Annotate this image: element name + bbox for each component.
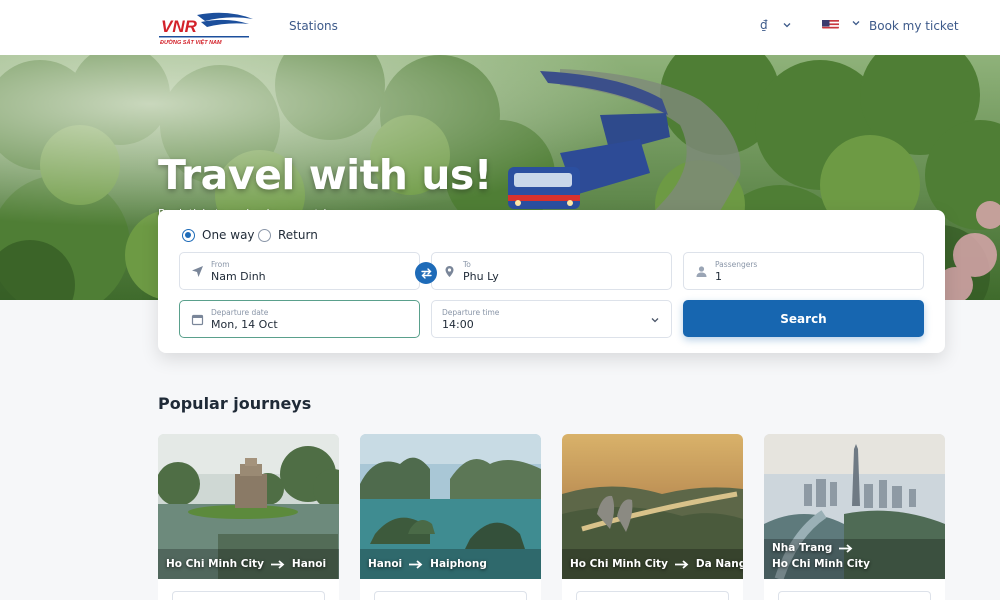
person-icon xyxy=(696,266,707,277)
passengers-field[interactable]: Passengers 1 xyxy=(683,252,924,290)
one-way-label: One way xyxy=(202,228,255,242)
us-flag-icon xyxy=(822,17,839,29)
journey-card-action[interactable] xyxy=(374,591,527,600)
radio-unselected-icon xyxy=(258,228,271,242)
departure-date-value: Mon, 14 Oct xyxy=(211,318,278,331)
one-way-radio[interactable]: One way xyxy=(182,228,255,242)
journey-route: Nha Trang Ho Chi Minh City xyxy=(772,542,870,570)
journey-from: Hanoi xyxy=(368,558,403,570)
currency-symbol: ₫ xyxy=(760,18,768,32)
calendar-icon xyxy=(191,314,204,326)
departure-time-label: Departure time xyxy=(442,308,500,317)
arrow-right-icon xyxy=(839,543,853,553)
location-pin-icon xyxy=(445,266,454,277)
journey-card[interactable]: Ho Chi Minh City Hanoi xyxy=(158,434,339,600)
logo-text: VNR xyxy=(161,17,198,36)
logo-subtext: ĐƯỜNG SẮT VIỆT NAM xyxy=(160,38,222,46)
popular-journeys-title: Popular journeys xyxy=(158,394,312,413)
language-selector[interactable] xyxy=(822,17,861,29)
return-label: Return xyxy=(278,228,318,242)
swap-stations-button[interactable] xyxy=(415,262,437,284)
journey-from: Ho Chi Minh City xyxy=(166,558,264,570)
journey-route: Ho Chi Minh City Hanoi xyxy=(166,558,326,570)
journey-card-action[interactable] xyxy=(778,591,931,600)
arrow-right-icon xyxy=(270,559,285,569)
journey-route: Ho Chi Minh City Da Nang xyxy=(570,558,743,570)
currency-selector[interactable]: ₫ xyxy=(760,18,792,32)
from-label: From xyxy=(211,260,230,269)
journey-route: Hanoi Haiphong xyxy=(368,558,487,570)
journey-to: Haiphong xyxy=(430,558,487,570)
book-my-ticket-link[interactable]: Book my ticket xyxy=(869,19,959,33)
journey-from: Nha Trang xyxy=(772,542,833,554)
chevron-down-icon xyxy=(852,21,860,26)
arrow-right-icon xyxy=(674,559,689,569)
journey-card[interactable]: Ho Chi Minh City Da Nang xyxy=(562,434,743,600)
to-label: To xyxy=(463,260,471,269)
navigation-arrow-icon xyxy=(192,266,203,277)
departure-date-field[interactable]: Departure date Mon, 14 Oct xyxy=(179,300,420,338)
radio-selected-icon xyxy=(182,228,195,242)
vnr-logo-mark: VNR ĐƯỜNG SẮT VIỆT NAM xyxy=(159,12,253,46)
departure-time-select[interactable]: Departure time 14:00 xyxy=(431,300,672,338)
nav-stations-link[interactable]: Stations xyxy=(289,19,338,33)
chevron-down-icon xyxy=(651,318,659,323)
journey-to: Ho Chi Minh City xyxy=(772,558,870,570)
passengers-label: Passengers xyxy=(715,260,758,269)
chevron-down-icon xyxy=(783,23,791,28)
from-value: Nam Dinh xyxy=(211,270,266,283)
vnr-logo[interactable]: VNR ĐƯỜNG SẮT VIỆT NAM xyxy=(157,9,255,47)
journey-to: Hanoi xyxy=(291,558,327,570)
passengers-value: 1 xyxy=(715,270,722,283)
journey-from: Ho Chi Minh City xyxy=(570,558,668,570)
to-station-field[interactable]: To Phu Ly xyxy=(431,252,672,290)
top-header: VNR ĐƯỜNG SẮT VIỆT NAM Stations ₫ Book m… xyxy=(0,0,1000,55)
from-station-field[interactable]: From Nam Dinh xyxy=(179,252,420,290)
journey-card-action[interactable] xyxy=(172,591,325,600)
swap-arrows-icon xyxy=(420,267,432,279)
journey-card[interactable]: Hanoi Haiphong xyxy=(360,434,541,600)
return-radio[interactable]: Return xyxy=(258,228,318,242)
to-value: Phu Ly xyxy=(463,270,499,283)
journey-card[interactable]: Nha Trang Ho Chi Minh City xyxy=(764,434,945,600)
journey-to: Da Nang xyxy=(695,558,743,570)
journey-card-action[interactable] xyxy=(576,591,729,600)
hero-title: Travel with us! xyxy=(158,151,493,199)
arrow-right-icon xyxy=(409,559,423,569)
departure-date-label: Departure date xyxy=(211,308,269,317)
search-button[interactable]: Search xyxy=(683,300,924,337)
departure-time-value: 14:00 xyxy=(442,318,474,331)
